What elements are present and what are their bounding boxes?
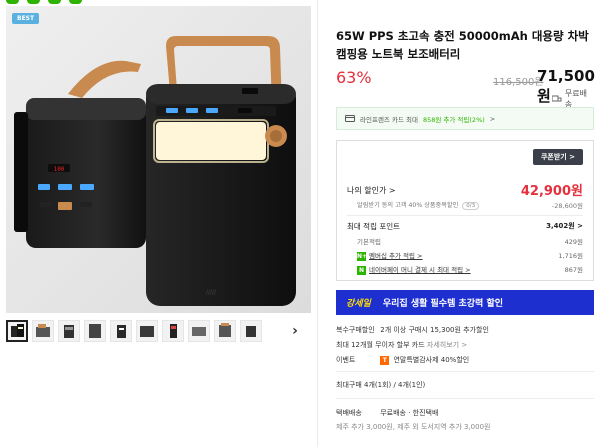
benefit-box: 쿠폰받기 > 나의 할인가 > 42,900원 알림받기 동의 고객 40% 상… xyxy=(336,140,594,281)
thumbnail[interactable] xyxy=(188,320,210,342)
thumbnail[interactable] xyxy=(136,320,158,342)
multi-purchase-row: 복수구매할인 2개 이상 구매시 15,300원 추가할인 xyxy=(336,325,489,335)
max-point-label: 최대 적립 포인트 xyxy=(347,222,401,231)
thumbnail[interactable] xyxy=(110,320,132,342)
card-benefit-banner[interactable]: 라인프렌즈 카드 최대 858원 추가 적립(2%) > xyxy=(336,107,594,130)
svg-text:100: 100 xyxy=(54,166,65,173)
naverpay-point-value: 867원 xyxy=(564,266,583,274)
column-divider xyxy=(317,0,318,447)
promo-logo: 강세일 xyxy=(346,299,371,309)
naverpay-point-label: 네이버페이 머니 결제 시 최대 적립 > xyxy=(369,266,471,274)
multi-purchase-label: 복수구매할인 xyxy=(336,326,375,334)
event-row: 이벤트 T 연말특별감사제 40%할인 xyxy=(336,355,469,365)
divider xyxy=(336,398,594,399)
divider xyxy=(336,371,594,372)
original-price: 116,500원 xyxy=(493,77,544,88)
naverpay-badge: N xyxy=(357,265,366,275)
thumbnail[interactable] xyxy=(32,320,54,342)
naver-plus-badge: N+ xyxy=(357,251,368,261)
thumbnail[interactable] xyxy=(58,320,80,342)
power-bank-illustration: 100 ///// xyxy=(6,6,311,313)
product-image-area: BEST 100 ///// › xyxy=(0,0,317,447)
thumbnail[interactable] xyxy=(162,320,184,342)
coupon-button[interactable]: 쿠폰받기 > xyxy=(532,149,583,165)
card-banner-prefix: 라인프렌즈 카드 최대 xyxy=(360,115,418,124)
delivery-label: 택배배송 xyxy=(336,409,362,417)
event-value[interactable]: 연말특별감사제 40%할인 xyxy=(393,356,469,364)
delivery-free: 무료배송 · 한진택배 xyxy=(380,409,439,417)
event-badge: T xyxy=(380,355,390,365)
promo-text: 우리집 생활 필수템 초강력 할인 xyxy=(382,299,504,309)
svg-text://///: ///// xyxy=(206,289,217,296)
delivery-extra: 제주 추가 3,000원, 제주 외 도서지역 추가 3,000원 xyxy=(336,422,490,432)
delivery-extra-text: 제주 추가 3,000원, 제주 외 도서지역 추가 3,000원 xyxy=(336,423,491,431)
basic-point-value: 429원 xyxy=(564,238,583,246)
max-purchase: 최대구매 4개(1회) / 4개(1인) xyxy=(336,381,426,389)
alarm-toggle[interactable]: 0/3 xyxy=(462,202,480,210)
discount-rate: 63% xyxy=(336,68,372,87)
chevron-right-icon[interactable]: › xyxy=(288,322,302,340)
thumbnail[interactable] xyxy=(214,320,236,342)
installment-row: 최대 12개월 무이자 할부 카드 자세히보기 > xyxy=(336,340,467,350)
my-price-value: 42,900원 xyxy=(520,184,583,199)
alarm-discount-text: 알림받기 동의 고객 40% 상품중복할인 xyxy=(357,202,459,209)
alarm-discount-row: 알림받기 동의 고객 40% 상품중복할인 0/3 xyxy=(357,200,480,210)
promo-banner[interactable]: 강세일 우리집 생활 필수템 초강력 할인 xyxy=(336,290,594,315)
best-badge: BEST xyxy=(12,13,40,24)
membership-point-label: 멤버십 추가 적립 > xyxy=(369,252,423,260)
product-page: BEST 100 ///// › 65W PPS 초고속 충전 50000mAh… xyxy=(0,0,600,447)
thumbnail-strip xyxy=(6,320,262,342)
max-point-value[interactable]: 3,402원 > xyxy=(546,221,583,231)
product-title: 65W PPS 초고속 충전 50000mAh 대용량 차박 캠핑용 노트북 보… xyxy=(336,29,589,61)
alarm-discount-value: -28,600원 xyxy=(551,202,583,210)
installment-link[interactable]: 자세히보기 > xyxy=(427,341,467,349)
card-banner-highlight: 858원 추가 적립(2%) xyxy=(422,115,485,124)
card-icon xyxy=(345,115,355,122)
delivery-row: 택배배송 무료배송 · 한진택배 xyxy=(336,408,438,418)
thumbnail[interactable] xyxy=(6,320,28,342)
membership-point-value: 1,716원 xyxy=(558,252,583,260)
my-price-label[interactable]: 나의 할인가 > xyxy=(347,185,396,196)
thumbnail[interactable] xyxy=(240,320,262,342)
thumbnail[interactable] xyxy=(84,320,106,342)
basic-point-label: 기본적립 xyxy=(357,238,381,246)
multi-purchase-value: 2개 이상 구매시 15,300원 추가할인 xyxy=(380,326,489,334)
truck-icon xyxy=(552,95,562,102)
installment-label: 최대 12개월 무이자 할부 카드 xyxy=(336,341,425,349)
divider xyxy=(347,215,583,216)
product-main-image[interactable]: BEST 100 ///// xyxy=(6,6,311,313)
membership-point-row[interactable]: N+ 멤버십 추가 적립 > xyxy=(357,250,423,261)
chevron-right-icon: > xyxy=(489,114,496,123)
event-label: 이벤트 xyxy=(336,356,356,364)
naverpay-point-row[interactable]: N 네이버페이 머니 결제 시 최대 적립 > xyxy=(357,264,471,275)
